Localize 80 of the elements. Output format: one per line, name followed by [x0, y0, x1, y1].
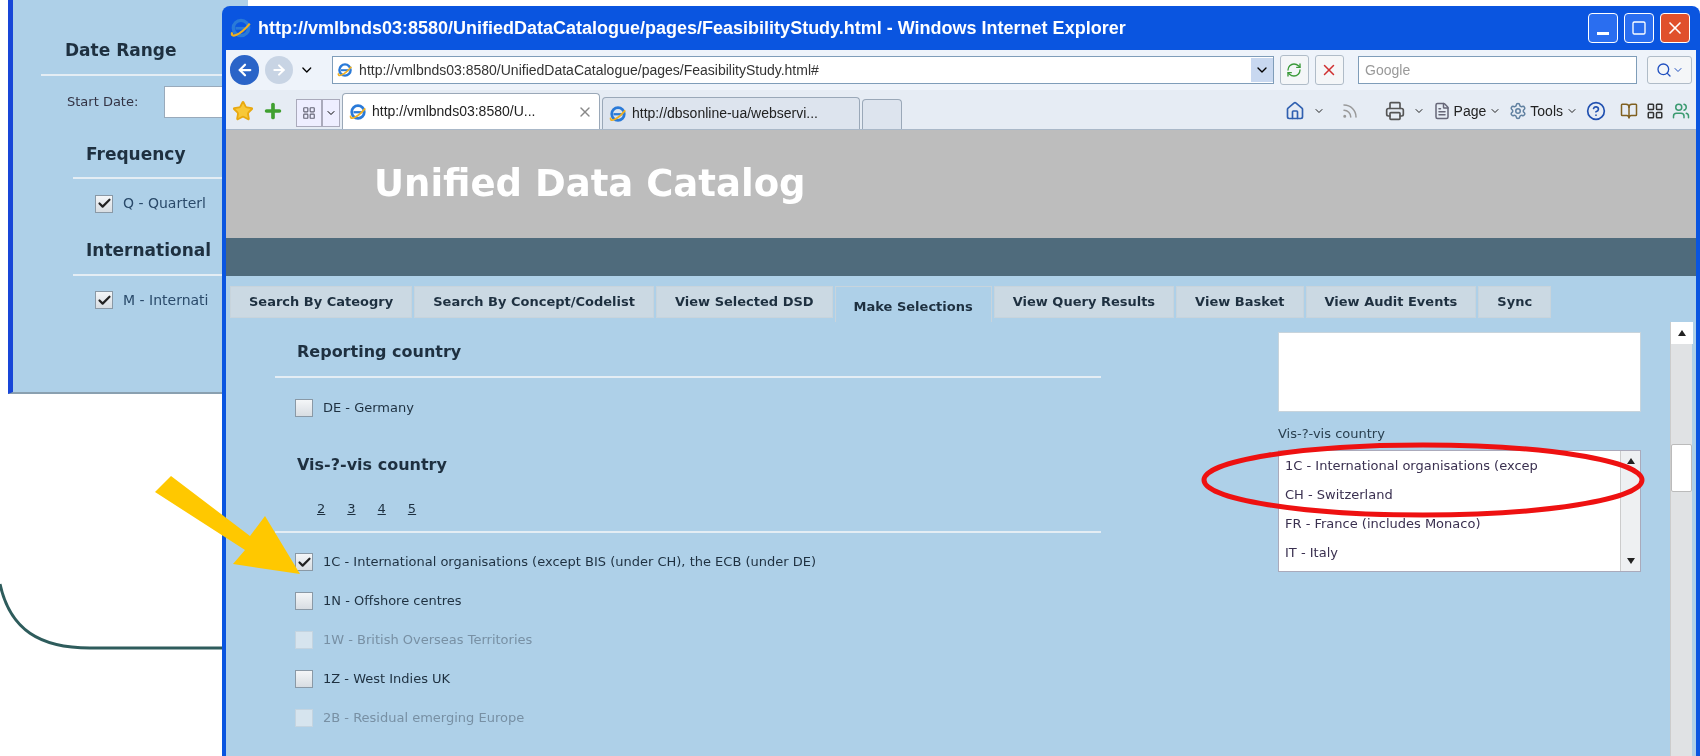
checkbox-label: M - Internati — [123, 290, 209, 310]
checkbox[interactable] — [295, 398, 313, 417]
command-menu[interactable]: Page — [1432, 100, 1502, 122]
section-heading: Date Range — [64, 39, 178, 62]
list-scrollbar[interactable] — [1620, 450, 1640, 571]
start-date-field[interactable] — [164, 85, 225, 118]
stop-button[interactable] — [1314, 55, 1345, 85]
tab-list-button[interactable] — [322, 99, 340, 127]
page-link[interactable]: 2 — [317, 499, 326, 519]
list-label: Vis-?-vis country — [1278, 425, 1386, 443]
browser-logo-icon — [337, 62, 354, 78]
list-option[interactable]: IT - Italy — [1285, 537, 1620, 567]
country-listbox[interactable]: 1C - International organisations (excep CH - Switzerland FR - France (includes Monaco) IT - Italy — [1278, 449, 1641, 572]
add-favorite-icon[interactable] — [262, 100, 284, 122]
list-option[interactable]: FR - France (includes Monaco) — [1285, 508, 1620, 538]
address-field[interactable]: http://vmlbnds03:8580/UnifiedDataCatalogue/pages/FeasibilityStudy.html# — [332, 56, 1274, 84]
page-tab[interactable]: View Audit Events — [1305, 286, 1477, 318]
page-tab[interactable]: Search By Cateogry — [230, 286, 413, 318]
back-button[interactable] — [230, 55, 260, 85]
minimize-button[interactable] — [1588, 13, 1618, 43]
page-tab[interactable]: View Selected DSD — [656, 286, 833, 318]
checkbox[interactable] — [295, 670, 313, 688]
quick-tabs-button[interactable] — [296, 99, 322, 127]
section-heading: Reporting country — [296, 341, 463, 363]
list-option[interactable]: CH - Switzerland — [1285, 479, 1620, 509]
checkbox[interactable] — [95, 291, 113, 309]
minimize-icon — [1597, 31, 1609, 35]
search-icon — [1655, 62, 1672, 78]
scroll-up-icon[interactable] — [1671, 322, 1693, 344]
page-tab[interactable]: View Query Results — [993, 286, 1175, 318]
field-label: Start Date: — [67, 92, 139, 111]
window-title: http://vmlbnds03:8580/UnifiedDataCatalogue/pages/FeasibilityStudy.html - Windows Internet Explorer — [258, 16, 1127, 40]
grid-icon — [302, 106, 316, 120]
command-menu[interactable]: Tools — [1509, 100, 1578, 122]
page-tab[interactable]: Sync — [1478, 286, 1552, 318]
settings-icon — [1509, 102, 1528, 120]
page-link[interactable]: 5 — [407, 499, 417, 519]
browser-logo-icon — [609, 104, 627, 123]
page-icon — [1432, 102, 1451, 120]
page-tab[interactable]: Search By Concept/Codelist — [414, 286, 654, 318]
checkbox-label: 1N - Offshore centres — [323, 592, 462, 611]
section-heading: Vis-?-vis country — [296, 454, 448, 476]
feeds-icon[interactable] — [1340, 102, 1359, 120]
page-link[interactable]: 4 — [377, 499, 386, 519]
page-tab[interactable]: Make Selections — [834, 286, 992, 322]
research-icon[interactable] — [1620, 102, 1638, 120]
page-tab[interactable]: View Basket — [1176, 286, 1304, 318]
checkbox-label: Q - Quarterl — [123, 194, 206, 213]
scrollbar-thumb[interactable] — [1671, 444, 1692, 492]
checkbox-label: 1Z - West Indies UK — [323, 670, 451, 689]
home-icon[interactable] — [1284, 101, 1305, 121]
help-icon[interactable] — [1586, 101, 1606, 121]
dropdown-button[interactable] — [1250, 58, 1273, 82]
checkbox-label: 1C - International organisations (except BIS (under CH), the ECB (under DE) — [323, 553, 816, 572]
maximize-button[interactable] — [1624, 13, 1654, 43]
checkbox-label: 2B - Residual emerging Europe — [323, 709, 525, 728]
checkbox[interactable] — [295, 592, 313, 610]
page-scrollbar[interactable] — [1670, 322, 1692, 756]
browser-tab[interactable]: http://vmlbnds03:8580/U... — [342, 93, 600, 129]
page-title: Unified Data Catalog — [374, 161, 806, 208]
page-link[interactable]: 3 — [347, 499, 356, 519]
checkbox[interactable] — [295, 553, 313, 571]
browser-logo-icon — [230, 17, 252, 39]
close-button[interactable] — [1660, 13, 1690, 43]
section-heading: International — [85, 239, 213, 262]
checkbox[interactable] — [95, 194, 113, 213]
grid-icon[interactable] — [1646, 102, 1664, 120]
maximize-icon — [1631, 20, 1647, 36]
search-field[interactable]: Google — [1358, 56, 1638, 84]
browser-logo-icon — [349, 102, 367, 121]
messenger-icon[interactable] — [1672, 102, 1690, 120]
refresh-icon — [1286, 62, 1303, 78]
checkbox-label: 1W - British Overseas Territories — [323, 631, 533, 650]
checkbox-label: DE - Germany — [323, 398, 414, 417]
section-heading: Frequency — [85, 142, 187, 166]
search-button[interactable] — [1647, 56, 1692, 84]
browser-tab[interactable]: http://dbsonline-ua/webservi... — [602, 97, 860, 129]
refresh-button[interactable] — [1279, 55, 1309, 85]
print-icon[interactable] — [1384, 101, 1405, 121]
list-option[interactable]: 1C - International organisations (excep — [1285, 450, 1620, 480]
